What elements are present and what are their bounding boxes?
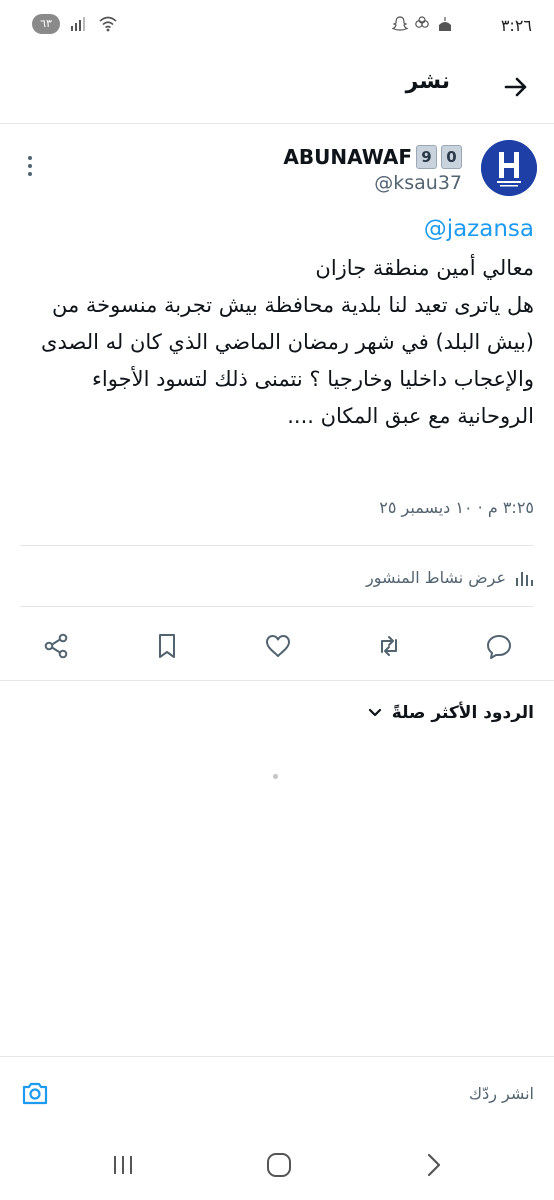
header: نشر <box>0 52 554 122</box>
author-name-row[interactable]: ABUNAWAF 9 0 <box>283 145 462 169</box>
back-arrow-icon[interactable] <box>498 70 532 104</box>
divider <box>20 606 534 607</box>
reply-icon[interactable] <box>485 632 513 660</box>
like-icon[interactable] <box>264 632 292 660</box>
replies-sort-label: الردود الأكثر صلةً <box>391 703 534 723</box>
replies-sort-dropdown[interactable]: الردود الأكثر صلةً <box>368 703 534 723</box>
threads-icon <box>415 16 429 28</box>
more-options-icon[interactable] <box>24 154 36 178</box>
tweet-text: معالي أمين منطقة جازان هل ياترى تعيد لنا… <box>41 256 534 428</box>
reply-composer: انشر ردّك <box>0 1056 554 1133</box>
author-handle[interactable]: @ksau37 <box>374 172 462 194</box>
mosque-icon <box>439 17 451 31</box>
repost-icon[interactable] <box>375 632 403 660</box>
camera-icon[interactable] <box>20 1078 50 1108</box>
status-time: ٣:٢٦ <box>500 16 532 35</box>
bookmark-icon[interactable] <box>153 632 181 660</box>
loading-indicator <box>273 774 278 779</box>
page-title: نشر <box>405 69 450 94</box>
divider <box>0 680 554 681</box>
battery-indicator: ٦٣ <box>32 14 60 34</box>
system-nav-bar <box>0 1132 554 1200</box>
activity-label: عرض نشاط المنشور <box>366 568 506 587</box>
author-name: ABUNAWAF <box>283 145 412 169</box>
tweet-timestamp[interactable]: ٣:٢٥ م · ١٠ ديسمبر ٢٥ <box>379 498 534 517</box>
name-badge-digit: 0 <box>441 145 462 169</box>
chevron-down-icon <box>368 708 381 717</box>
status-icons-right <box>392 16 454 32</box>
back-nav-icon[interactable] <box>419 1150 449 1180</box>
header-divider <box>0 123 554 124</box>
avatar[interactable] <box>481 140 537 196</box>
share-icon[interactable] <box>42 632 70 660</box>
signal-icon <box>71 17 85 31</box>
reply-input[interactable]: انشر ردّك <box>469 1084 534 1103</box>
wifi-icon <box>99 16 117 32</box>
view-post-activity[interactable]: عرض نشاط المنشور <box>366 568 534 587</box>
status-bar: ٦٣ ٣:٢٦ <box>0 0 554 52</box>
mention-link[interactable]: @jazansa <box>424 216 534 242</box>
alhilal-logo-icon <box>481 140 537 196</box>
status-icons-left: ٦٣ <box>32 14 118 34</box>
home-icon[interactable] <box>264 1150 294 1180</box>
analytics-icon <box>516 571 533 586</box>
snapchat-icon <box>392 16 408 31</box>
name-badge-digit: 9 <box>416 145 437 169</box>
recent-apps-icon[interactable] <box>108 1150 138 1180</box>
divider <box>20 545 534 546</box>
tweet-actions <box>0 620 554 676</box>
